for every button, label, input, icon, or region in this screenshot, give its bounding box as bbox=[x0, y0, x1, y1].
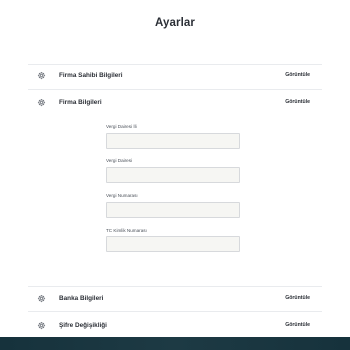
section-label: Banka Bilgileri bbox=[59, 294, 104, 302]
tax-office-label: Vergi Dairesi bbox=[106, 158, 133, 163]
gear-icon bbox=[36, 293, 47, 304]
national-id-input[interactable] bbox=[106, 236, 240, 252]
section-label: Firma Sahibi Bilgileri bbox=[59, 71, 123, 79]
tax-office-city-label: Vergi Dairesi İli bbox=[106, 124, 137, 129]
view-link[interactable]: Görüntüle bbox=[285, 322, 310, 328]
section-label: Firma Bilgileri bbox=[59, 98, 102, 106]
divider bbox=[28, 311, 322, 312]
section-label: Şifre Değişikliği bbox=[59, 321, 107, 329]
national-id-label: TC Kimlik Numarası bbox=[106, 228, 147, 233]
tax-number-input[interactable] bbox=[106, 202, 240, 218]
view-link[interactable]: Görüntüle bbox=[285, 99, 310, 105]
settings-page: Ayarlar Firma Sahibi Bilgileri Görüntüle… bbox=[0, 0, 350, 350]
footer-bar bbox=[0, 337, 350, 350]
section-bank-info[interactable]: Banka Bilgileri Görüntüle bbox=[28, 288, 322, 308]
divider bbox=[28, 286, 322, 287]
tax-office-city-input[interactable] bbox=[106, 133, 240, 149]
view-link[interactable]: Görüntüle bbox=[285, 72, 310, 78]
gear-icon bbox=[36, 97, 47, 108]
tax-number-label: Vergi Numarası bbox=[106, 193, 138, 198]
view-link[interactable]: Görüntüle bbox=[285, 295, 310, 301]
section-company-info[interactable]: Firma Bilgileri Görüntüle bbox=[28, 92, 322, 112]
page-title: Ayarlar bbox=[155, 17, 195, 29]
divider bbox=[28, 89, 322, 90]
gear-icon bbox=[36, 320, 47, 331]
tax-office-input[interactable] bbox=[106, 167, 240, 183]
gear-icon bbox=[36, 70, 47, 81]
section-password-change[interactable]: Şifre Değişikliği Görüntüle bbox=[28, 315, 322, 335]
section-owner-info[interactable]: Firma Sahibi Bilgileri Görüntüle bbox=[28, 65, 322, 85]
